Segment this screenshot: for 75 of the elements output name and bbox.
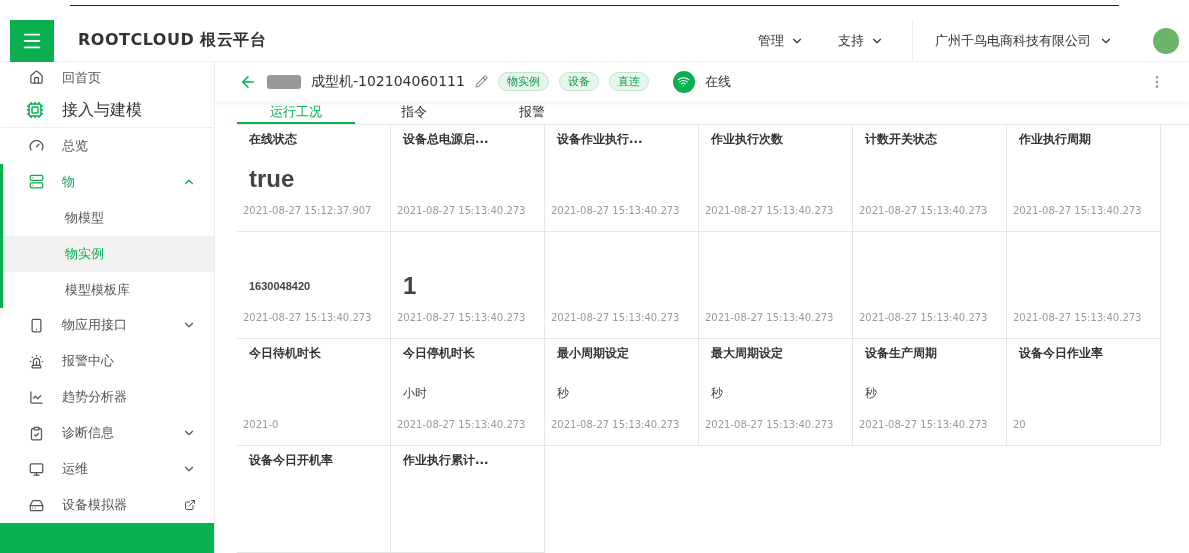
avatar[interactable]	[1153, 27, 1179, 54]
timestamp: 2021-08-27 15:13:40.273	[859, 312, 989, 325]
timestamp: 20	[1013, 419, 1027, 432]
sidebar-item[interactable]: 回首页	[0, 62, 214, 94]
menu-item-icon	[29, 389, 44, 405]
metric-value: true	[249, 165, 295, 193]
metric-unit: 秒	[865, 384, 877, 402]
metric-unit: 小时	[403, 384, 427, 402]
metric-label: 设备作业执行...	[555, 131, 644, 148]
metric-value: 1	[403, 272, 417, 300]
timestamp: 2021-08-27 15:13:40.273	[1013, 312, 1143, 325]
menu-item-icon	[29, 425, 44, 441]
timestamp: 2021-08-27 15:13:40.273	[705, 419, 835, 432]
chip-icon	[26, 101, 44, 119]
external-link-icon	[184, 499, 196, 511]
tab[interactable]: 指令	[355, 101, 473, 124]
metric-label: 最小周期设定	[556, 345, 630, 362]
sidebar-item[interactable]: 总览	[0, 128, 214, 164]
timestamp: 2021-08-27 15:12:37.907	[243, 205, 373, 218]
metric-label: 作业执行累计...	[402, 452, 490, 469]
sidebar-item[interactable]: 报警中心	[0, 343, 214, 380]
timestamp: 2021-08-27 15:13:40.273	[551, 312, 681, 325]
metric-label: 今日停机时长	[402, 345, 476, 362]
tag: 物实例	[497, 72, 549, 92]
metric-label: 计数开关状态	[863, 131, 938, 148]
metric-label: 作业执行次数	[710, 131, 784, 148]
home-icon	[29, 70, 44, 85]
timestamp: 2021-08-27 15:13:40.273	[705, 205, 835, 218]
header-menu[interactable]: 支持	[832, 30, 890, 51]
menu-item-icon	[29, 497, 44, 513]
timestamp: 2021-08-27 15:13:40.273	[1013, 205, 1143, 218]
sidebar-item[interactable]: 趋势分析器	[0, 379, 214, 416]
organization-menu[interactable]: 广州千鸟电商科技有限公司	[912, 19, 1135, 62]
status-text: 在线	[704, 72, 731, 91]
timestamp: 2021-08-27 15:13:40.273	[551, 205, 681, 218]
sidebar-item[interactable]: 诊断信息	[0, 415, 214, 452]
metric-label: 设备今日开机率	[247, 452, 334, 469]
tab[interactable]: 报警	[473, 101, 591, 124]
sidebar-item[interactable]: 物应用接口	[0, 307, 214, 344]
menu-item-icon	[29, 318, 44, 333]
metric-label: 设备总电源启...	[401, 131, 490, 148]
timestamp: 2021-08-27 15:13:40.273	[243, 312, 373, 325]
header-menu[interactable]: 管理	[752, 30, 810, 51]
menu-item-icon	[29, 353, 44, 369]
metric-label: 设备今日作业率	[1017, 345, 1104, 362]
device-title: 成型机-102104060111	[311, 72, 465, 91]
metric-unit: 秒	[557, 384, 569, 402]
menu-item-icon	[29, 461, 44, 477]
timestamp: 2021-08-27 15:13:40.273	[859, 419, 989, 432]
metric-unit: 秒	[711, 384, 723, 402]
timestamp: 2021-08-27 15:13:40.273	[705, 312, 835, 325]
timestamp: 2021-08-27 15:13:40.273	[397, 419, 527, 432]
tag: 设备	[558, 72, 599, 92]
tag: 直连	[608, 72, 649, 92]
metric-label: 作业执行周期	[1018, 131, 1092, 148]
sidebar-item[interactable]: 设备模拟器	[0, 487, 214, 523]
timestamp: 2021-08-27 15:13:40.273	[397, 205, 527, 218]
sidebar-item[interactable]: 运维	[0, 451, 214, 488]
redacted-block	[267, 74, 301, 89]
metric-label: 在线状态	[248, 131, 298, 148]
wifi-icon	[672, 70, 695, 93]
timestamp: 2021-0	[243, 419, 280, 432]
menu-button[interactable]	[10, 19, 54, 62]
timestamp: 2021-08-27 15:13:40.273	[859, 205, 989, 218]
edit-icon[interactable]	[474, 75, 488, 89]
menu-item-icon	[29, 174, 44, 190]
metric-label: 最大周期设定	[710, 345, 784, 362]
timestamp: 2021-08-27 15:13:40.273	[397, 312, 527, 325]
timestamp: 2021-08-27 15:13:40.273	[551, 419, 681, 432]
metric-label: 今日待机时长	[248, 345, 322, 362]
section-title: 接入与建模	[62, 99, 142, 121]
sidebar-subitem[interactable]: 模型模板库	[0, 271, 214, 308]
metric-value: 1630048420	[249, 280, 311, 292]
logo: ROOTCLOUD 根云平台	[78, 30, 267, 51]
metric-label: 设备生产周期	[863, 345, 938, 362]
